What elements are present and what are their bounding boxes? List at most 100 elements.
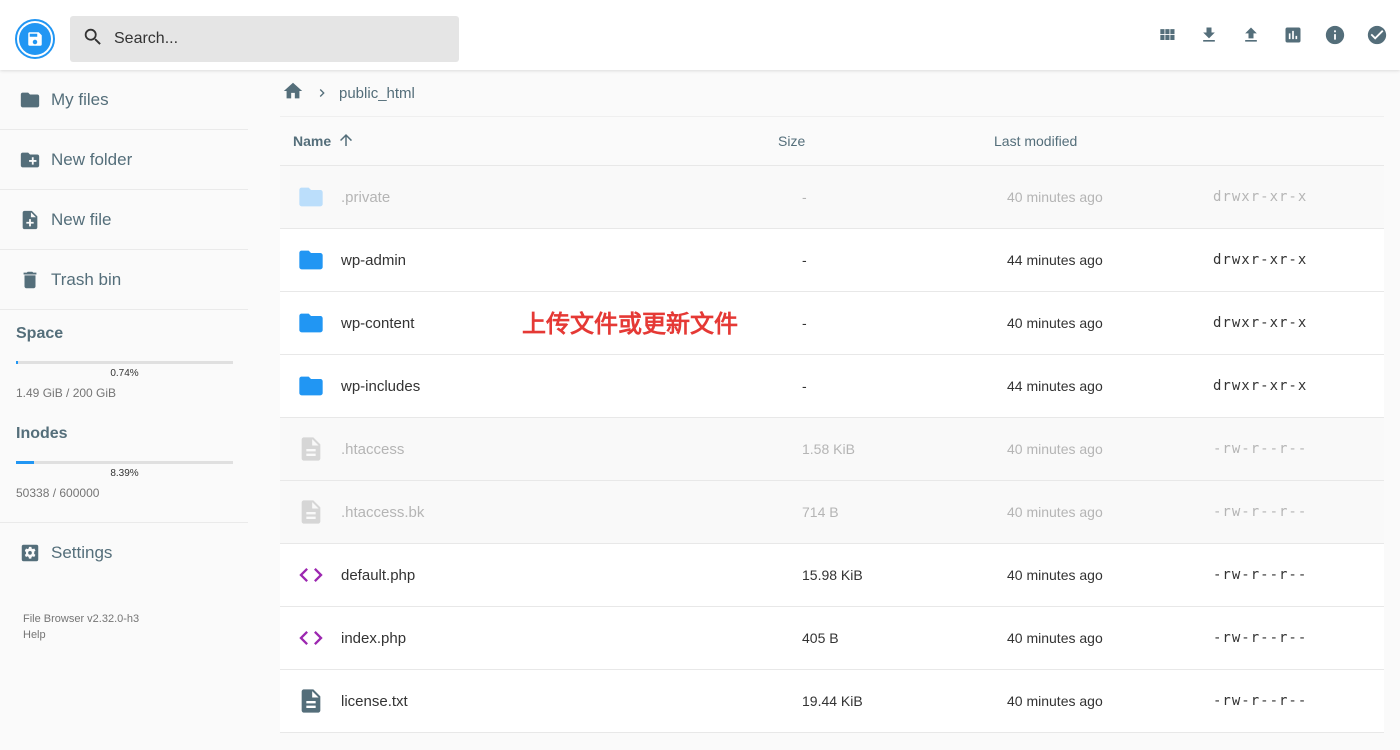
folder-icon [280,309,341,337]
file-name: .htaccess.bk [341,503,425,521]
search-input[interactable] [114,30,444,48]
file-modified: 40 minutes ago [1007,504,1103,520]
file-size: 15.98 KiB [802,567,863,583]
file-icon [280,435,341,463]
grid-view-icon[interactable] [1156,24,1178,46]
column-name[interactable]: Name [280,131,778,152]
toolbar-actions [1156,24,1388,46]
inodes-progress-track [16,461,233,464]
space-usage: Space 0.74% 1.49 GiB / 200 GiB [0,310,248,410]
download-icon[interactable] [1198,24,1220,46]
column-name-label: Name [293,133,332,149]
space-title: Space [16,325,64,342]
file-modified: 44 minutes ago [1007,378,1103,394]
floppy-disk-icon [19,23,51,55]
column-last-modified[interactable]: Last modified [994,133,1194,149]
folder-icon [280,183,341,211]
file-modified: 44 minutes ago [1007,252,1103,268]
space-usage-text: 1.49 GiB / 200 GiB [16,386,117,400]
select-icon[interactable] [1366,24,1388,46]
sidebar-item-trash-bin[interactable]: Trash bin [0,250,248,310]
sidebar-item-label: Trash bin [51,269,122,289]
file-name: license.txt [341,692,408,710]
code-icon [280,624,341,652]
table-row[interactable]: .private - 40 minutes ago drwxr-xr-x [280,166,1384,229]
chart-icon[interactable] [1282,24,1304,46]
file-size: - [802,252,807,268]
file-list: .private - 40 minutes ago drwxr-xr-x wp-… [280,166,1384,733]
file-name: default.php [341,566,416,584]
sidebar-item-new-file[interactable]: New file [0,190,248,250]
inodes-percent: 8.39% [110,468,139,479]
table-row[interactable]: wp-includes - 44 minutes ago drwxr-xr-x [280,355,1384,418]
table-row[interactable]: .htaccess.bk 714 B 40 minutes ago -rw-r-… [280,481,1384,544]
space-percent: 0.74% [110,368,139,379]
file-modified: 40 minutes ago [1007,693,1103,709]
file-modified: 40 minutes ago [1007,630,1103,646]
breadcrumb: public_html [280,70,1384,116]
file-permissions: -rw-r--r-- [1213,630,1308,646]
file-permissions: -rw-r--r-- [1213,504,1308,520]
space-progress-track [16,361,233,364]
file-permissions: drwxr-xr-x [1213,315,1308,331]
app-logo[interactable] [15,19,55,59]
column-size[interactable]: Size [778,133,994,149]
search-box[interactable] [70,16,459,62]
info-icon[interactable] [1324,24,1346,46]
sidebar-item-new-folder[interactable]: New folder [0,130,248,190]
sidebar-item-label: New folder [51,149,133,169]
folder-icon [280,246,341,274]
sidebar-item-label: Settings [51,543,113,562]
breadcrumb-current[interactable]: public_html [339,85,415,102]
note-add-icon [19,209,41,231]
file-size: 1.58 KiB [802,441,855,457]
file-modified: 40 minutes ago [1007,315,1103,331]
file-listing: public_html Name Size Last modified .pri… [280,70,1384,733]
table-row[interactable]: .htaccess 1.58 KiB 40 minutes ago -rw-r-… [280,418,1384,481]
arrow-up-icon [337,131,355,152]
sidebar-item-label: New file [51,209,112,229]
sidebar-item-my-files[interactable]: My files [0,70,248,130]
file-modified: 40 minutes ago [1007,441,1103,457]
inodes-usage: Inodes 8.39% 50338 / 600000 [0,410,248,523]
file-permissions: drwxr-xr-x [1213,252,1308,268]
help-link[interactable]: Help [23,627,248,643]
version-text: File Browser v2.32.0-h3 [23,613,140,625]
sidebar-item-settings[interactable]: Settings [0,523,248,583]
file-modified: 40 minutes ago [1007,567,1103,583]
credits: File Browser v2.32.0-h3 Help [0,611,248,643]
table-row[interactable]: wp-admin - 44 minutes ago drwxr-xr-x [280,229,1384,292]
sidebar-item-label: My files [51,89,109,109]
code-icon [280,561,341,589]
upload-icon[interactable] [1240,24,1262,46]
table-row[interactable]: license.txt 19.44 KiB 40 minutes ago -rw… [280,670,1384,733]
inodes-title: Inodes [16,425,68,442]
create-folder-icon [19,149,41,171]
file-name: .private [341,188,391,206]
file-icon [280,498,341,526]
inodes-progress-fill [16,461,34,464]
file-size: - [802,315,807,331]
file-name: wp-includes [341,377,421,395]
table-row[interactable]: wp-content - 40 minutes ago drwxr-xr-x 上传… [280,292,1384,355]
table-header: Name Size Last modified [280,116,1384,166]
file-modified: 40 minutes ago [1007,189,1103,205]
file-name: index.php [341,629,407,647]
table-row[interactable]: default.php 15.98 KiB 40 minutes ago -rw… [280,544,1384,607]
annotation-text: 上传文件或更新文件 [522,310,738,338]
file-permissions: -rw-r--r-- [1213,441,1308,457]
file-permissions: drwxr-xr-x [1213,378,1308,394]
table-row[interactable]: index.php 405 B 40 minutes ago -rw-r--r-… [280,607,1384,670]
chevron-right-icon [314,85,330,101]
folder-icon [280,372,341,400]
text-file-icon [280,687,341,715]
file-permissions: drwxr-xr-x [1213,189,1308,205]
home-icon[interactable] [282,80,304,106]
file-size: 405 B [802,630,839,646]
space-progress-fill [16,361,18,364]
trash-icon [19,269,41,291]
file-permissions: -rw-r--r-- [1213,567,1308,583]
folder-icon [19,89,41,111]
file-permissions: -rw-r--r-- [1213,693,1308,709]
inodes-usage-text: 50338 / 600000 [16,486,100,500]
